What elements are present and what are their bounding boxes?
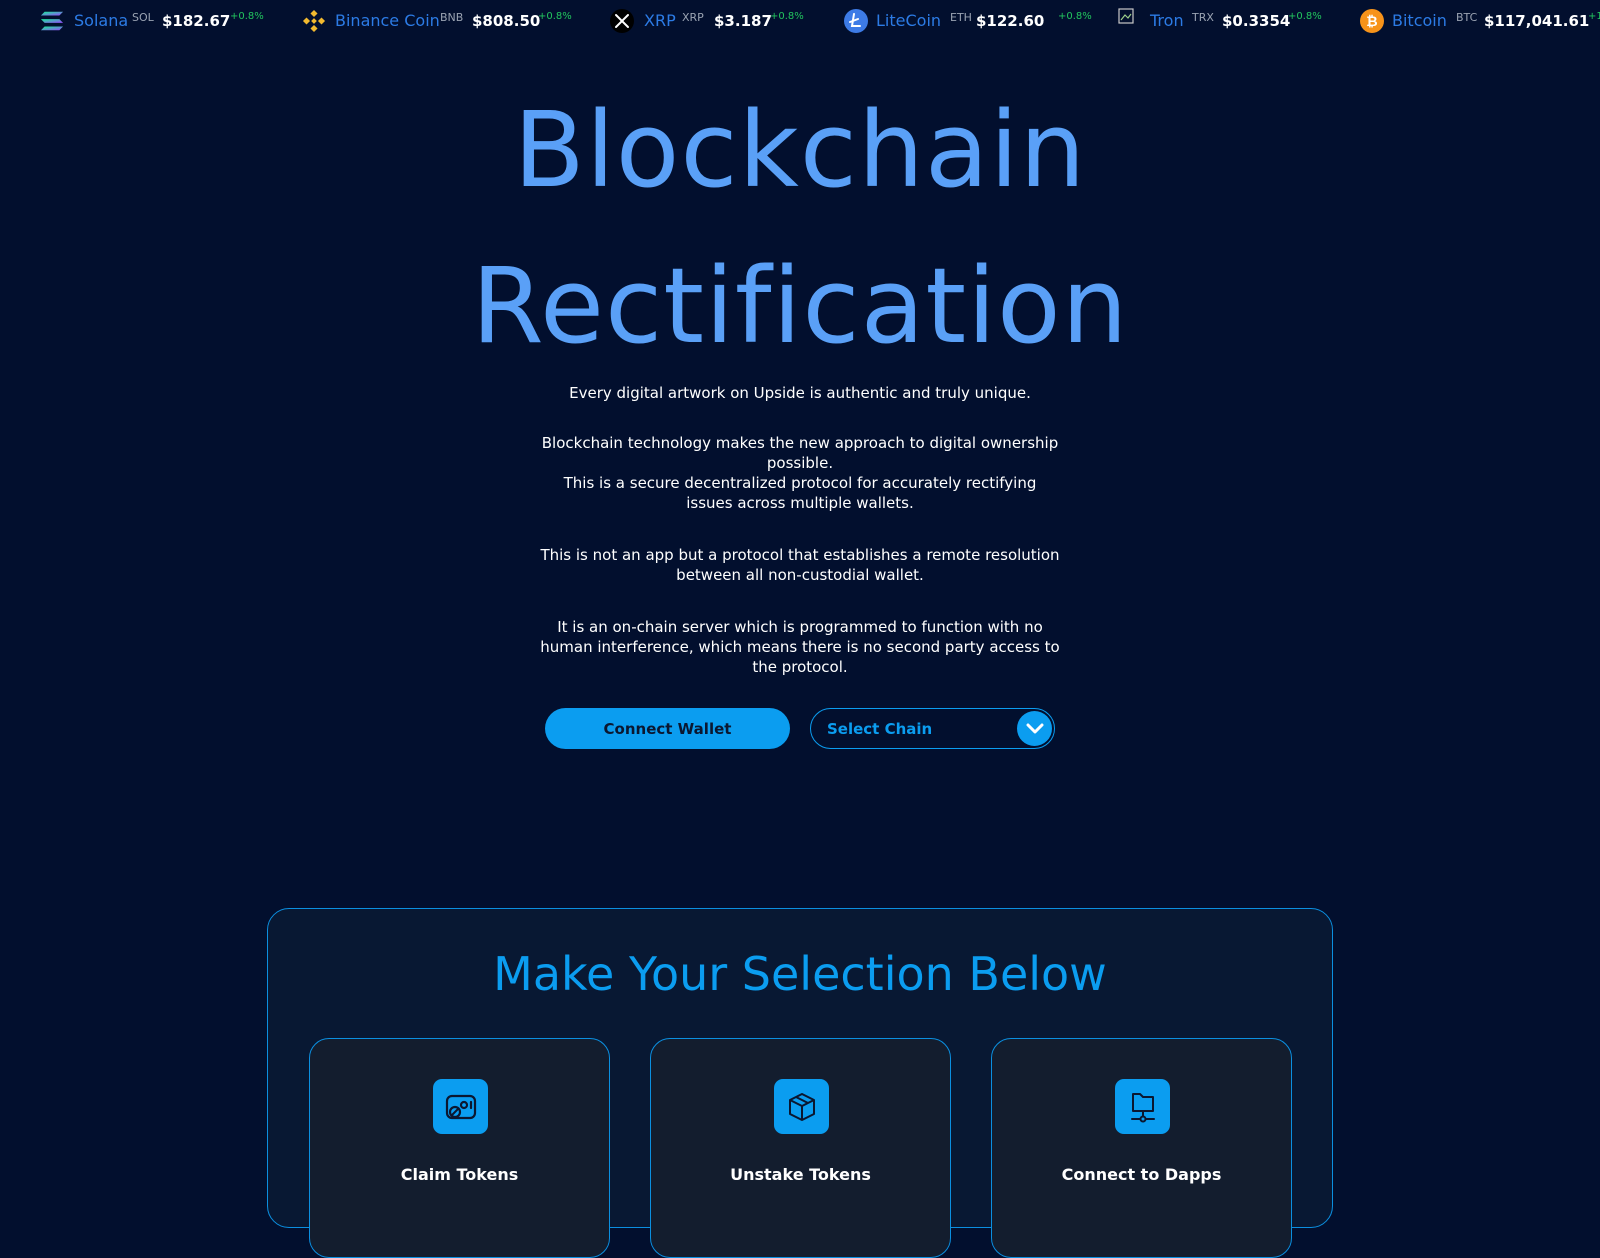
hero-paragraph-2: Blockchain technology makes the new appr… <box>541 434 1059 512</box>
coin-name: LiteCoin <box>876 11 942 30</box>
dapps-folder-icon <box>1115 1079 1170 1134</box>
connect-wallet-button[interactable]: Connect Wallet <box>545 708 790 749</box>
coin-change: +1.4 <box>1588 11 1600 22</box>
hero-title-line-1: Blockchain <box>513 89 1087 211</box>
coin-name: Bitcoin <box>1392 11 1447 30</box>
connect-dapps-card[interactable]: Connect to Dapps <box>991 1038 1292 1258</box>
hero-paragraph-1: Every digital artwork on Upside is authe… <box>569 384 1031 402</box>
coin-name: Tron <box>1150 11 1184 30</box>
xrp-icon <box>610 9 634 33</box>
claim-tokens-icon <box>433 1079 488 1134</box>
card-label: Claim Tokens <box>400 1165 519 1184</box>
hero-title: Blockchain Rectification <box>0 72 1600 384</box>
hero-paragraph-4: It is an on-chain server which is progra… <box>540 618 1060 676</box>
coin-price: $3.187 <box>714 12 772 30</box>
card-label: Connect to Dapps <box>1061 1165 1222 1184</box>
hero-actions: Connect Wallet Select Chain <box>545 708 1055 750</box>
claim-tokens-card[interactable]: Claim Tokens <box>309 1038 610 1258</box>
coin-change: +0.8% <box>538 11 572 22</box>
coin-change: +0.8% <box>770 11 804 22</box>
select-chain-dropdown[interactable]: Select Chain <box>810 708 1055 749</box>
coin-symbol: ETH <box>950 11 972 24</box>
selection-panel: Make Your Selection Below Claim Tokens U… <box>267 908 1333 1258</box>
coin-price: $182.67 <box>162 12 231 30</box>
unstake-box-icon <box>774 1079 829 1134</box>
coin-price: $117,041.61 <box>1484 12 1590 30</box>
card-label: Unstake Tokens <box>730 1165 871 1184</box>
bitcoin-icon: ₿ <box>1360 9 1384 33</box>
coin-change: +0.8% <box>1288 11 1322 22</box>
coin-name: XRP <box>644 11 676 30</box>
hero-paragraph-3: This is not an app but a protocol that e… <box>540 546 1060 584</box>
select-chain-label: Select Chain <box>827 719 933 738</box>
chevron-down-icon <box>1017 711 1052 746</box>
hero-title-line-2: Rectification <box>471 245 1129 367</box>
binance-icon <box>302 9 326 33</box>
coin-symbol: BNB <box>440 11 464 24</box>
coin-name: Solana <box>74 11 129 30</box>
selection-title: Make Your Selection Below <box>493 947 1107 1001</box>
broken-image-icon <box>1118 8 1136 26</box>
coin-price: $808.50 <box>472 12 541 30</box>
coin-symbol: TRX <box>1192 11 1214 24</box>
solana-icon <box>40 9 64 33</box>
coin-symbol: BTC <box>1456 11 1478 24</box>
coin-price: $122.60 <box>976 12 1045 30</box>
coin-change: +0.8% <box>230 11 264 22</box>
coin-change: +0.8% <box>1058 11 1092 22</box>
unstake-tokens-card[interactable]: Unstake Tokens <box>650 1038 951 1258</box>
price-ticker: Solana SOL $182.67 +0.8% Binance Coin BN… <box>0 0 1600 42</box>
litecoin-icon <box>844 9 868 33</box>
coin-symbol: SOL <box>132 11 154 24</box>
coin-symbol: XRP <box>682 11 704 24</box>
coin-price: $0.3354 <box>1222 12 1291 30</box>
coin-name: Binance Coin <box>335 11 440 30</box>
